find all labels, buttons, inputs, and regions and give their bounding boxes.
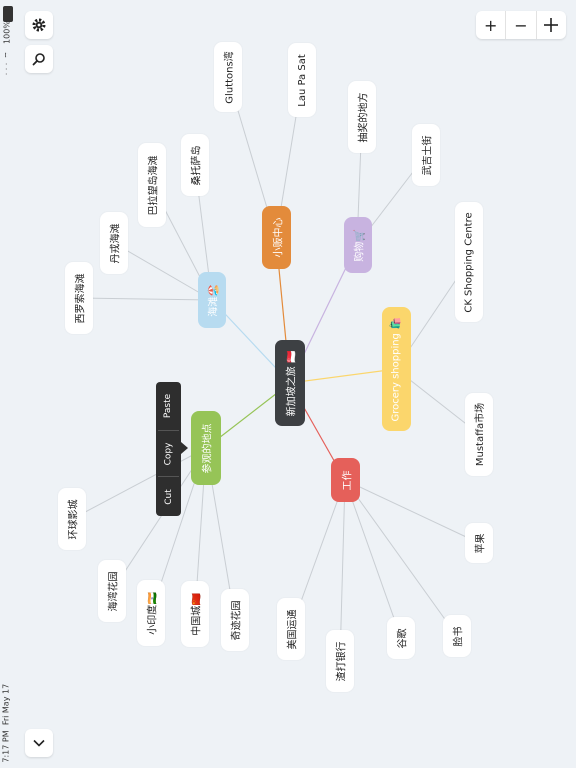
leaf-node[interactable]: 环球影城 (58, 488, 86, 550)
leaf-label: 小印度🇮🇳 (147, 591, 159, 635)
leaf-node[interactable]: 丹戎海滩 (100, 212, 128, 274)
leaf-node[interactable]: Mustaffa市场 (465, 393, 493, 476)
root-label: 新加坡之旅 🇸🇬 (286, 350, 298, 416)
leaf-label: 武吉士街 (422, 135, 434, 175)
branch-label: 工作 (342, 470, 353, 490)
leaf-label: 美国运通 (287, 609, 299, 649)
leaf-node[interactable]: Gluttons湾 (214, 42, 242, 112)
leaf-label: 脸书 (453, 626, 465, 646)
leaf-label: 巴拉望岛海滩 (148, 155, 160, 215)
leaf-node[interactable]: 西罗索海滩 (65, 262, 93, 334)
leaf-node[interactable]: CK Shopping Centre (455, 202, 483, 322)
context-menu-copy[interactable]: Copy (156, 431, 181, 476)
leaf-label: 谷歌 (397, 628, 409, 648)
branch-label: 购物🛒 (354, 228, 366, 262)
leaf-node[interactable]: 苹果 (465, 523, 493, 563)
leaf-label: 苹果 (475, 533, 487, 553)
context-menu-cut[interactable]: Cut (156, 477, 181, 516)
branch-label: 海滩🏖️ (208, 283, 220, 317)
leaf-node[interactable]: 中国城🇨🇳 (181, 581, 209, 647)
leaf-label: CK Shopping Centre (463, 211, 475, 313)
context-menu: Paste Copy Cut (156, 382, 181, 516)
branch-label: 小贩中心 (273, 217, 284, 258)
branch-node-hawker[interactable]: 小贩中心 (262, 206, 291, 269)
branch-node-work[interactable]: 工作 (331, 458, 360, 502)
branch-node-shopping[interactable]: 购物🛒 (344, 217, 372, 273)
branch-node-places[interactable]: 参观的地点 (191, 411, 221, 485)
leaf-node[interactable]: 奇迹花园 (221, 589, 249, 651)
leaf-node[interactable]: 桑托萨岛 (181, 134, 209, 196)
leaf-node[interactable]: 脸书 (443, 615, 471, 657)
leaf-label: 渣打银行 (336, 641, 348, 681)
branch-label: Grocery shopping 🛍️ (391, 316, 403, 422)
leaf-node[interactable]: 渣打银行 (326, 630, 354, 692)
leaf-label: 抽奖的地方 (358, 92, 370, 142)
leaf-label: 西罗索海滩 (75, 273, 87, 323)
context-menu-pointer (181, 442, 188, 454)
leaf-node[interactable]: 抽奖的地方 (348, 81, 376, 153)
leaf-node[interactable]: 巴拉望岛海滩 (138, 143, 166, 227)
leaf-node[interactable]: 小印度🇮🇳 (137, 580, 165, 646)
leaf-node[interactable]: 武吉士街 (412, 124, 440, 186)
leaf-label: Mustaffa市场 (475, 402, 487, 467)
mindmap-root-node[interactable]: 新加坡之旅 🇸🇬 (275, 340, 305, 426)
leaf-node[interactable]: 谷歌 (387, 617, 415, 659)
context-menu-paste[interactable]: Paste (156, 382, 181, 430)
leaf-label: 中国城🇨🇳 (191, 592, 203, 636)
leaf-label: 丹戎海滩 (110, 223, 122, 263)
branch-node-beach[interactable]: 海滩🏖️ (198, 272, 226, 328)
leaf-label: 奇迹花园 (231, 600, 243, 640)
leaf-label: Gluttons湾 (224, 50, 236, 104)
leaf-label: 环球影城 (68, 499, 80, 539)
branch-node-grocery[interactable]: Grocery shopping 🛍️ (382, 307, 411, 431)
leaf-label: 桑托萨岛 (191, 145, 203, 185)
leaf-label: Lau Pa Sat (296, 53, 308, 107)
branch-label: 参观的地点 (202, 423, 214, 473)
leaf-label: 海湾花园 (108, 571, 120, 611)
leaf-node[interactable]: Lau Pa Sat (288, 43, 316, 117)
leaf-node[interactable]: 美国运通 (277, 598, 305, 660)
leaf-node[interactable]: 海湾花园 (98, 560, 126, 622)
